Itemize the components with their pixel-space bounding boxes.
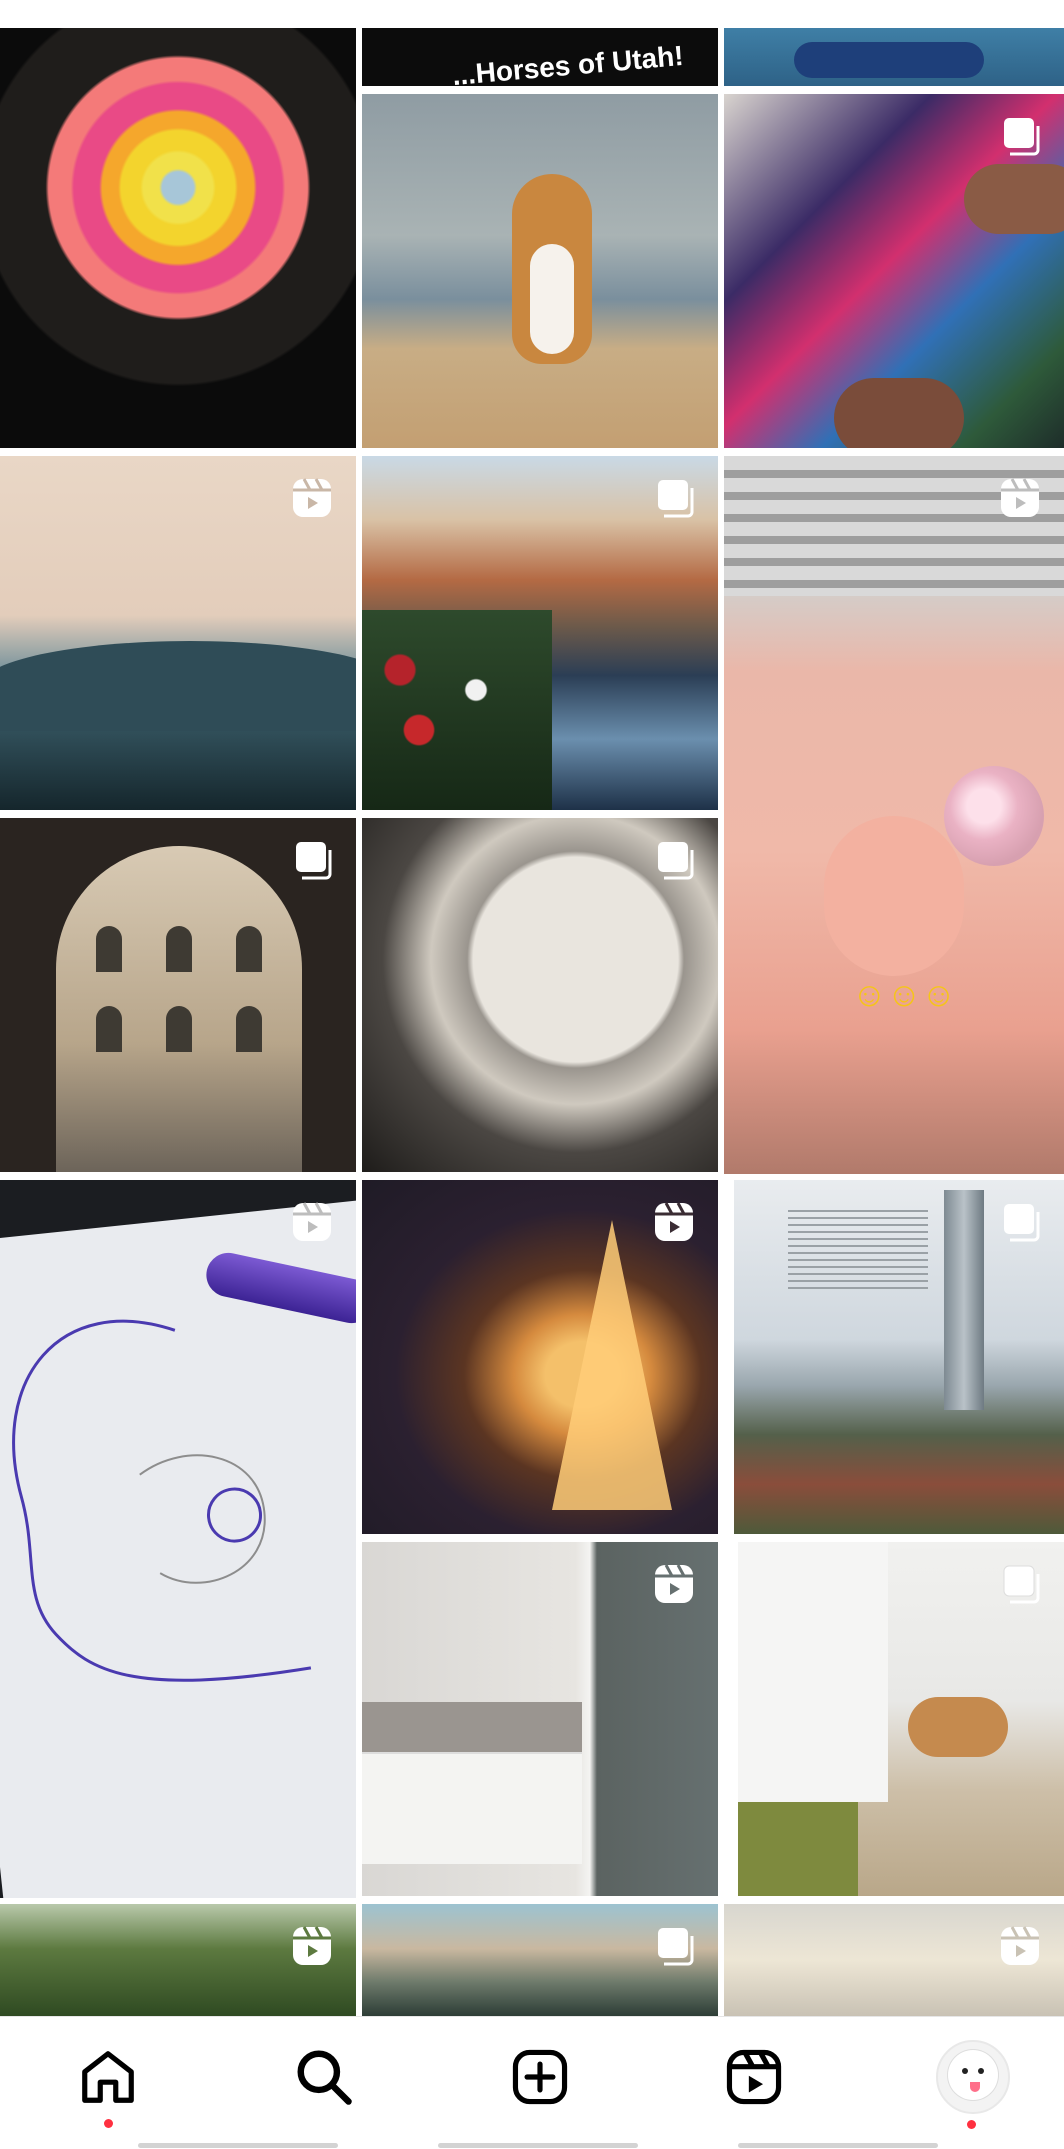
- grid-tile-colmar-canal[interactable]: [362, 456, 718, 810]
- hand-shape: [834, 378, 964, 448]
- grid-tile-forest[interactable]: [0, 1904, 356, 2016]
- home-notification-dot: [104, 2119, 113, 2128]
- grid-tile-german-shepherds-book[interactable]: [724, 94, 1064, 448]
- vanity-shape: [362, 1752, 582, 1864]
- grid-tile-eiffel-fireworks[interactable]: [362, 1180, 718, 1534]
- avatar-face: [948, 2050, 998, 2100]
- grid-tile-dog[interactable]: [362, 94, 718, 448]
- gesture-bar: [138, 2143, 338, 2148]
- window-shape: [96, 1006, 122, 1052]
- nav-search[interactable]: [284, 2037, 364, 2117]
- tower-shape: [552, 1220, 672, 1510]
- reels-icon: [290, 1924, 334, 1968]
- grid-tile-arches-courtyard[interactable]: [0, 818, 356, 1172]
- avatar-eye: [978, 2068, 984, 2074]
- window-shape: [166, 926, 192, 972]
- reels-icon: [290, 1200, 334, 1244]
- avatar-eye: [962, 2068, 968, 2074]
- nav-create[interactable]: [500, 2037, 580, 2117]
- reels-icon: [998, 1924, 1042, 1968]
- avatar-tongue: [970, 2082, 980, 2092]
- carousel-icon: [998, 114, 1042, 158]
- grid-tile-bathroom[interactable]: [362, 1542, 718, 1896]
- flowers-shape: [362, 610, 552, 810]
- grid-tile-robot[interactable]: [724, 1904, 1064, 2016]
- hay-shape: [738, 1802, 858, 1896]
- grid-tile-tunnel[interactable]: [362, 818, 718, 1172]
- carousel-icon: [998, 1562, 1042, 1606]
- nav-reels[interactable]: [714, 2037, 794, 2117]
- carousel-icon: [652, 476, 696, 520]
- window-shape: [96, 926, 122, 972]
- building-shape: [944, 1190, 984, 1410]
- carousel-icon: [652, 1924, 696, 1968]
- grid-tile-drawing[interactable]: [0, 1180, 356, 1898]
- grid-tile-ornament-craft[interactable]: ☺☺☺: [724, 456, 1064, 1174]
- reels-icon: [998, 476, 1042, 520]
- dog-chest-shape: [530, 244, 574, 354]
- reels-icon: [652, 1200, 696, 1244]
- gesture-bar: [438, 2143, 638, 2148]
- grid-tile-skyscraper[interactable]: [734, 1180, 1064, 1534]
- nav-profile-avatar[interactable]: [936, 2040, 1010, 2114]
- carousel-icon: [290, 838, 334, 882]
- grid-tile-horse-farm[interactable]: [738, 1542, 1064, 1896]
- reels-icon: [652, 1562, 696, 1606]
- bottom-nav: [0, 2016, 1064, 2149]
- add-post-icon: [512, 2049, 568, 2105]
- grid-tile-kayak[interactable]: [724, 28, 1064, 86]
- profile-notification-dot: [967, 2120, 976, 2129]
- window-shape: [236, 926, 262, 972]
- window-shape: [166, 1006, 192, 1052]
- gesture-bar: [738, 2143, 938, 2148]
- nav-home[interactable]: [68, 2037, 148, 2117]
- counter-shape: [362, 1702, 582, 1752]
- home-icon: [82, 2051, 134, 2103]
- grid-tile-pancake[interactable]: [0, 28, 356, 448]
- tile-caption: ☺☺☺: [852, 976, 957, 1014]
- carousel-icon: [652, 838, 696, 882]
- carousel-icon: [998, 1200, 1042, 1244]
- grid-tile-mountains[interactable]: [0, 456, 356, 810]
- arch-shape: [56, 846, 302, 1172]
- text-block-shape: [788, 1210, 928, 1294]
- ornament-shape: [944, 766, 1044, 866]
- search-icon: [297, 2050, 352, 2105]
- grid-tile-alps[interactable]: [362, 1904, 718, 2016]
- reels-icon: [726, 2049, 782, 2105]
- grid-tile-utah-video[interactable]: ...Horses of Utah!: [362, 28, 718, 86]
- tank-shape: [738, 1542, 888, 1802]
- window-shape: [236, 1006, 262, 1052]
- reels-icon: [290, 476, 334, 520]
- hand-shape: [964, 164, 1064, 234]
- horse-shape: [908, 1697, 1008, 1757]
- tile-caption: ...Horses of Utah!: [451, 39, 685, 86]
- explore-grid: ...Horses of Utah! ☺☺☺: [0, 0, 1064, 2016]
- finger-shape: [824, 816, 964, 976]
